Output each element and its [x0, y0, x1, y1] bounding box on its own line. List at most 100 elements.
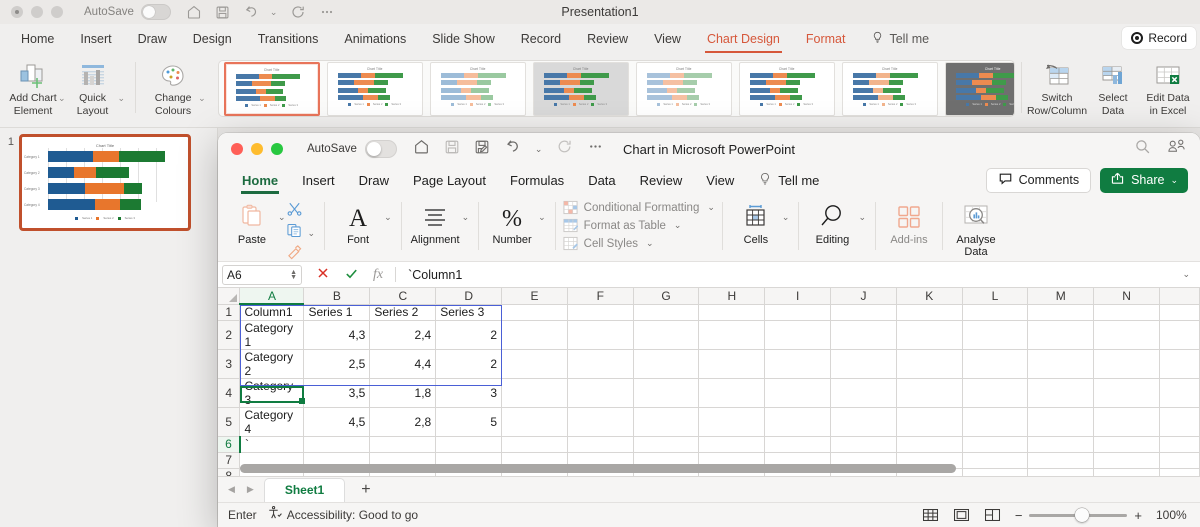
cell-d6[interactable] [435, 436, 503, 453]
cell-d5[interactable]: 5 [435, 407, 503, 437]
select-all-corner[interactable] [218, 288, 241, 305]
cell-f1[interactable] [567, 304, 634, 321]
cell-k5[interactable] [896, 407, 963, 437]
sheet-nav-arrows[interactable]: ◀ ▶ [224, 484, 262, 495]
edit-data-in-excel-button[interactable]: Edit Data in Excel [1140, 57, 1196, 117]
cell-l3[interactable] [962, 349, 1029, 379]
fx-icon[interactable]: fx [373, 267, 383, 283]
cell-f4[interactable] [567, 378, 634, 408]
search-icon[interactable] [1134, 138, 1151, 160]
cell-m2[interactable] [1027, 320, 1095, 350]
cell-k4[interactable] [896, 378, 963, 408]
cell-h4[interactable] [698, 378, 766, 408]
zoom-button[interactable] [51, 6, 63, 18]
cell-e6[interactable] [501, 436, 568, 453]
cell-n1[interactable] [1093, 304, 1160, 321]
cell-h3[interactable] [698, 349, 766, 379]
cell-g4[interactable] [633, 378, 700, 408]
redo-icon[interactable] [290, 4, 306, 20]
cell-l4[interactable] [962, 378, 1029, 408]
add-chart-element-chevron-down-icon[interactable]: ⌄ [58, 81, 66, 104]
cell-c5[interactable]: 2,8 [369, 407, 437, 437]
chart-style-thumbnail[interactable]: Chart Title Series 1 Series 2 Series 3 [841, 61, 938, 116]
cell-a2[interactable]: Category 1 [239, 320, 305, 350]
undo-chevron-down-icon[interactable]: ⌄ [535, 144, 543, 155]
column-header-h[interactable]: H [698, 288, 766, 305]
autosave-toggle[interactable] [140, 4, 171, 20]
cell-e3[interactable] [501, 349, 568, 379]
cell-i4[interactable] [764, 378, 832, 408]
cell-j4[interactable] [830, 378, 897, 408]
cell-m6[interactable] [1027, 436, 1095, 453]
confirm-icon[interactable] [344, 266, 359, 284]
cell-i2[interactable] [764, 320, 832, 350]
cell-k1[interactable] [896, 304, 963, 321]
next-sheet-icon[interactable]: ▶ [247, 484, 254, 495]
select-data-button[interactable]: Select Data [1086, 57, 1140, 117]
comments-button[interactable]: Comments [985, 167, 1092, 193]
cell-h1[interactable] [698, 304, 766, 321]
excel-tab-data[interactable]: Data [576, 171, 627, 190]
tab-design[interactable]: Design [180, 29, 245, 49]
cell-j5[interactable] [830, 407, 897, 437]
share-button[interactable]: Share ⌄ [1100, 167, 1188, 193]
tab-slide-show[interactable]: Slide Show [419, 29, 508, 49]
cell-l6[interactable] [962, 436, 1029, 453]
column-header-a[interactable]: A [239, 288, 305, 305]
cell-c6[interactable] [369, 436, 437, 453]
tab-animations[interactable]: Animations [331, 29, 419, 49]
column-header-n[interactable]: N [1093, 288, 1160, 305]
chart-style-thumbnail[interactable]: Chart Title Series 1 Series 2 Series 3 [223, 61, 320, 116]
cell-a5[interactable]: Category 4 [239, 407, 305, 437]
cell-overflow-2[interactable] [1159, 320, 1200, 350]
name-box-stepper[interactable]: ▲ ▼ [290, 269, 297, 281]
cell-d1[interactable]: Series 3 [435, 304, 503, 321]
cell-b6[interactable] [303, 436, 371, 453]
cell-j6[interactable] [830, 436, 897, 453]
home-icon[interactable] [413, 138, 430, 160]
cell-d2[interactable]: 2 [435, 320, 503, 350]
cell-m5[interactable] [1027, 407, 1095, 437]
format-as-table-chevron-down-icon[interactable]: ⌄ [674, 220, 682, 231]
share-chevron-down-icon[interactable]: ⌄ [1170, 175, 1178, 186]
quick-layout-button[interactable]: Quick Layout [66, 57, 120, 117]
cell-d4[interactable]: 3 [435, 378, 503, 408]
people-icon[interactable] [1167, 138, 1186, 160]
cancel-icon[interactable] [316, 266, 330, 283]
zoom-in-button[interactable]: + [1134, 508, 1142, 523]
tab-chart-design[interactable]: Chart Design [694, 29, 793, 53]
cell-m3[interactable] [1027, 349, 1095, 379]
more-options-icon[interactable] [319, 4, 335, 20]
save-icon[interactable] [444, 139, 460, 160]
cell-j3[interactable] [830, 349, 897, 379]
table-row[interactable]: 1 Column1 Series 1 Series 2 Series 3 [218, 304, 1200, 321]
cell-n5[interactable] [1093, 407, 1160, 437]
addins-button[interactable]: Add-ins [885, 198, 933, 246]
close-button[interactable] [231, 143, 243, 155]
cell-i5[interactable] [764, 407, 832, 437]
cell-g2[interactable] [633, 320, 700, 350]
excel-tab-page-layout[interactable]: Page Layout [401, 171, 498, 190]
chart-style-thumbnail[interactable]: Chart Title Series 1 Series 2 Series 3 [635, 61, 732, 116]
zoom-slider[interactable]: − + [1015, 508, 1142, 523]
cell-h2[interactable] [698, 320, 766, 350]
spreadsheet-grid[interactable]: A B C D E F G H I J K L M N 1 Column1 Se… [218, 288, 1200, 476]
formula-bar-expand-chevron-down-icon[interactable]: ⌄ [1182, 269, 1200, 280]
home-icon[interactable] [186, 4, 202, 20]
undo-icon[interactable] [243, 4, 259, 20]
row-header-5[interactable]: 5 [218, 407, 241, 437]
cells-chevron-down-icon[interactable]: ⌄ [782, 198, 790, 223]
conditional-formatting-button[interactable]: Conditional Formatting ⌄ [563, 200, 715, 215]
column-header-m[interactable]: M [1027, 288, 1095, 305]
excel-window-controls[interactable] [218, 143, 283, 155]
table-row[interactable]: 6 ` [218, 436, 1200, 453]
editing-button[interactable]: Editing [808, 198, 856, 246]
cell-n2[interactable] [1093, 320, 1160, 350]
tab-home[interactable]: Home [8, 29, 67, 49]
cell-n6[interactable] [1093, 436, 1160, 453]
font-button[interactable]: A Font [334, 198, 382, 246]
minimize-button[interactable] [31, 6, 43, 18]
cell-n4[interactable] [1093, 378, 1160, 408]
quick-layout-chevron-down-icon[interactable]: ⌄ [118, 81, 126, 104]
cell-e2[interactable] [501, 320, 568, 350]
